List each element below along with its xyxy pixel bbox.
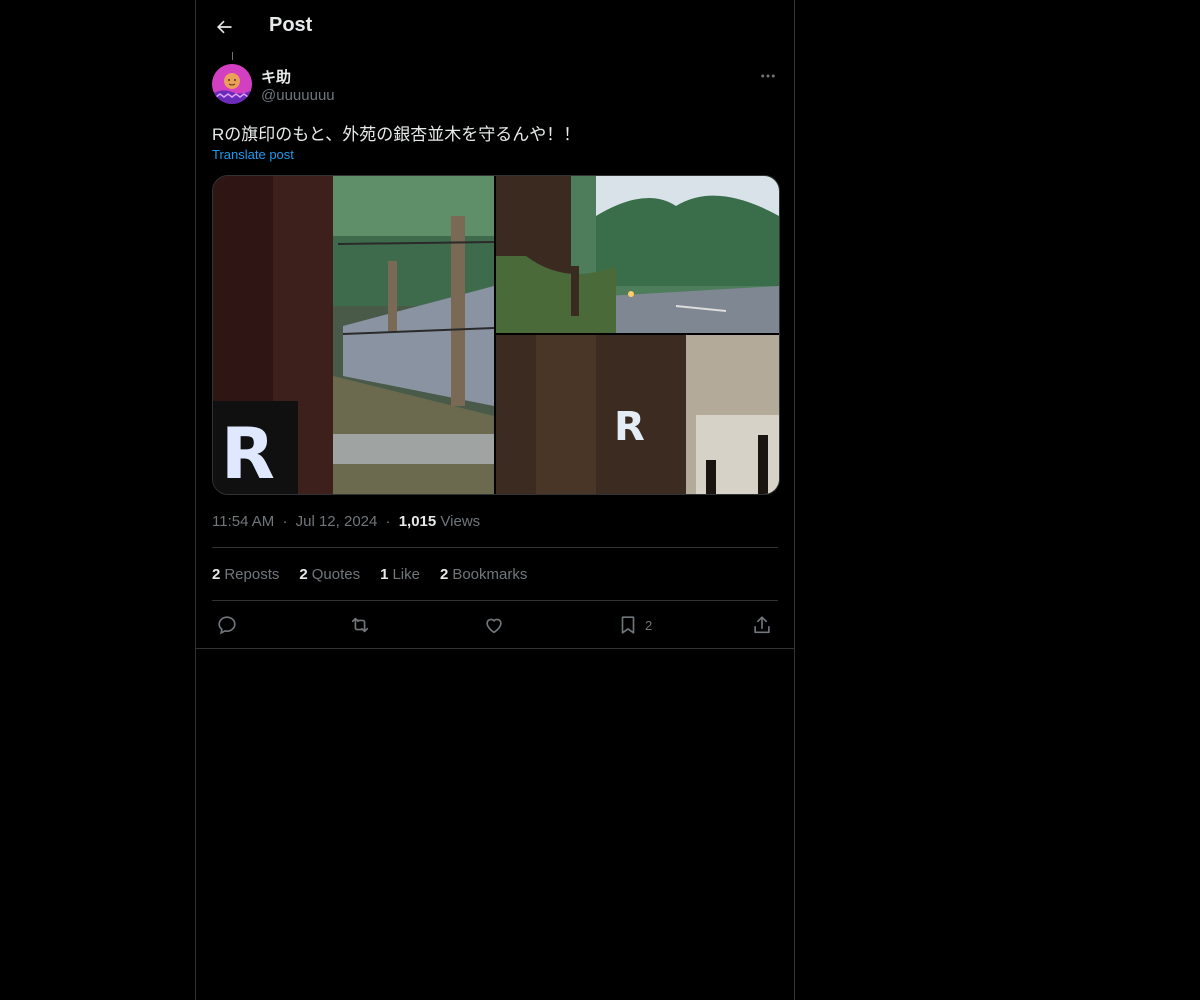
- views-label: Views: [440, 513, 481, 530]
- main-column: Post キ助 @uuuuuuu Rの旗印のもと、外苑の銀杏並木を守るんや！！ …: [195, 0, 795, 1000]
- page-title: Post: [269, 14, 313, 36]
- svg-text:R: R: [221, 413, 275, 494]
- share-button[interactable]: [751, 612, 773, 638]
- reply-icon: [218, 616, 236, 635]
- reposts-count: 2: [212, 566, 221, 583]
- more-icon: [761, 74, 775, 78]
- reposts-stat[interactable]: 2 Reposts: [212, 566, 279, 583]
- svg-text:R: R: [614, 404, 645, 450]
- image-ginkgo-avenue[interactable]: [496, 176, 779, 333]
- back-button[interactable]: [208, 11, 240, 43]
- bookmarks-stat[interactable]: 2 Bookmarks: [440, 566, 527, 583]
- action-bar: 2: [212, 612, 778, 638]
- heart-icon: [486, 618, 502, 634]
- bookmarks-count: 2: [439, 566, 449, 583]
- arrow-left-icon: [217, 20, 232, 34]
- author-handle[interactable]: @uuuuuuu: [261, 87, 335, 104]
- image-r-sticker-closeup[interactable]: R: [496, 335, 779, 494]
- reposts-label: Reposts: [224, 566, 280, 583]
- post-media-grid: R R: [212, 175, 780, 495]
- quotes-count: 2: [299, 566, 308, 583]
- translate-post-link[interactable]: Translate post: [212, 147, 294, 162]
- header-bar: Post: [196, 0, 794, 53]
- share-icon: [754, 616, 770, 634]
- post-meta: 11:54 AM · Jul 12, 2024 · 1,015 Views: [212, 513, 480, 530]
- author-name[interactable]: キ助: [261, 66, 291, 87]
- divider: [212, 547, 778, 548]
- image-r-sticker-on-pole[interactable]: R: [213, 176, 494, 494]
- likes-count: 1: [380, 566, 389, 583]
- like-button[interactable]: [483, 612, 505, 638]
- post-date[interactable]: Jul 12, 2024: [296, 513, 378, 530]
- repost-icon: [351, 617, 369, 633]
- meta-separator: ·: [282, 513, 288, 530]
- divider: [212, 600, 778, 601]
- divider: [196, 648, 794, 649]
- bookmark-icon: [621, 616, 635, 634]
- bookmark-button[interactable]: 2: [617, 612, 652, 638]
- bookmark-count: 2: [645, 617, 653, 633]
- likes-stat[interactable]: 1 Like: [380, 566, 420, 583]
- quotes-label: Quotes: [311, 566, 361, 583]
- thread-connector-line: [232, 52, 233, 60]
- likes-label: Like: [392, 566, 420, 583]
- post-time[interactable]: 11:54 AM: [212, 513, 274, 530]
- engagement-stats: 2 Reposts 2 Quotes 1 Like 2 Bookmarks: [212, 566, 527, 583]
- quotes-stat[interactable]: 2 Quotes: [299, 566, 360, 583]
- post-text: Rの旗印のもと、外苑の銀杏並木を守るんや！！: [212, 125, 581, 144]
- bookmarks-label: Bookmarks: [452, 566, 528, 583]
- meta-separator: ·: [385, 513, 391, 530]
- reply-button[interactable]: [216, 612, 238, 638]
- repost-button[interactable]: [349, 612, 371, 638]
- more-options-button[interactable]: [756, 64, 780, 88]
- views-count: 1,015: [398, 513, 437, 530]
- avatar[interactable]: [212, 64, 252, 104]
